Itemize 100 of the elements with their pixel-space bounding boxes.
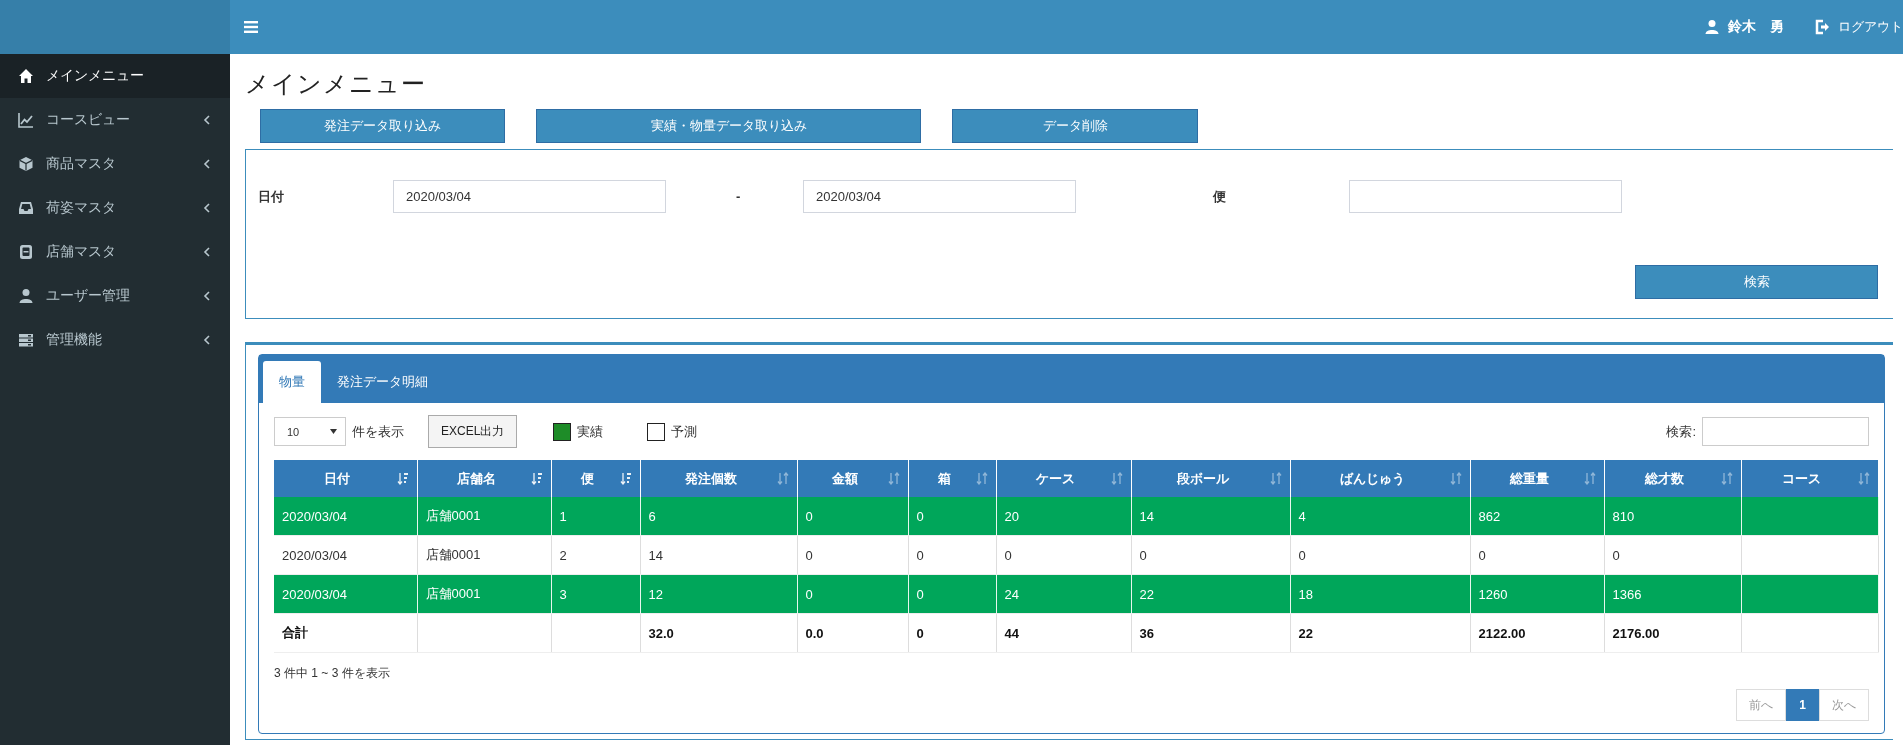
table-cell: 36 — [1131, 613, 1290, 653]
column-header[interactable]: 日付 — [274, 460, 417, 497]
table-search-field[interactable] — [1702, 417, 1869, 446]
pagination-button[interactable]: 1 — [1786, 689, 1819, 721]
table-cell: 2176.00 — [1604, 613, 1741, 653]
sidebar-item[interactable]: コースビュー — [0, 98, 230, 142]
inbox-icon — [18, 200, 34, 216]
legend-label: 予測 — [671, 422, 698, 441]
table-cell: 810 — [1604, 497, 1741, 536]
table-cell: 0 — [797, 497, 908, 536]
table-cell: 14 — [1131, 497, 1290, 536]
table-cell: 2020/03/04 — [274, 574, 417, 614]
table-cell: 0 — [1290, 535, 1470, 575]
user-icon — [18, 288, 34, 304]
table-cell: 862 — [1470, 497, 1604, 536]
table-info: 3 件中 1 ~ 3 件を表示 — [274, 665, 391, 682]
chevron-left-icon — [203, 159, 210, 169]
table-cell: 18 — [1290, 574, 1470, 614]
table-cell: 6 — [640, 497, 797, 536]
search-button[interactable]: 検索 — [1635, 265, 1878, 299]
table-cell: 2020/03/04 — [274, 497, 417, 536]
sidebar-item[interactable]: メインメニュー — [0, 54, 230, 98]
logout-link[interactable]: ログアウト — [1838, 18, 1903, 36]
sidebar-item[interactable]: 商品マスタ — [0, 142, 230, 186]
column-header[interactable]: 店舗名 — [417, 460, 551, 497]
table-cell: 4 — [1290, 497, 1470, 536]
table-cell: 1260 — [1470, 574, 1604, 614]
table-cell: 0 — [1470, 535, 1604, 575]
tab[interactable]: 発注データ明細 — [321, 361, 444, 403]
chevron-left-icon — [203, 335, 210, 345]
table-cell: 0 — [996, 535, 1131, 575]
chevron-left-icon — [203, 291, 210, 301]
chevron-left-icon — [203, 203, 210, 213]
table-cell: 0 — [1604, 535, 1741, 575]
table-cell: 2 — [551, 535, 640, 575]
column-header[interactable]: 総才数 — [1604, 460, 1741, 497]
home-icon — [18, 68, 34, 84]
legend-label: 実績 — [577, 422, 604, 441]
column-header[interactable]: ばんじゅう — [1290, 460, 1470, 497]
table-cell: 0 — [908, 574, 996, 614]
store-icon — [18, 244, 34, 260]
table-cell: 22 — [1131, 574, 1290, 614]
action-button[interactable]: 実績・物量データ取り込み — [536, 109, 921, 143]
table-cell: 2020/03/04 — [274, 535, 417, 575]
column-header[interactable]: 便 — [551, 460, 640, 497]
menu-icon[interactable] — [244, 21, 258, 33]
chevron-left-icon — [203, 247, 210, 257]
table-cell: 店舗0001 — [417, 574, 551, 614]
sidebar-item[interactable]: 荷姿マスタ — [0, 186, 230, 230]
caret-icon — [330, 429, 337, 434]
page-length-label: 件を表示 — [352, 422, 404, 441]
action-button[interactable]: 発注データ取り込み — [260, 109, 505, 143]
column-header[interactable]: 総重量 — [1470, 460, 1604, 497]
page-length-select[interactable]: 10 — [274, 417, 346, 446]
table-cell: 20 — [996, 497, 1131, 536]
table-cell: 32.0 — [640, 613, 797, 653]
excel-export-button[interactable]: EXCEL出力 — [428, 415, 518, 448]
table-cell: 3 — [551, 574, 640, 614]
column-header[interactable]: ケース — [996, 460, 1131, 497]
table-cell: 44 — [996, 613, 1131, 653]
server-icon — [18, 332, 34, 348]
action-button[interactable]: データ削除 — [952, 109, 1198, 143]
table-cell: 12 — [640, 574, 797, 614]
range-separator: - — [736, 189, 742, 204]
table-cell: 0 — [1131, 535, 1290, 575]
date-from-field[interactable]: 2020/03/04 — [393, 180, 666, 213]
table-cell: 0 — [797, 535, 908, 575]
table-cell: 合計 — [274, 613, 417, 653]
date-label: 日付 — [258, 187, 285, 206]
sidebar-item[interactable]: 店舗マスタ — [0, 230, 230, 274]
cube-icon — [18, 156, 34, 172]
column-header[interactable]: 段ボール — [1131, 460, 1290, 497]
table-cell: 店舗0001 — [417, 535, 551, 575]
chart-icon — [18, 112, 34, 128]
table-cell: 0 — [908, 535, 996, 575]
table-cell: 0 — [908, 497, 996, 536]
table-cell: 1366 — [1604, 574, 1741, 614]
column-header[interactable]: 発注個数 — [640, 460, 797, 497]
column-header[interactable]: 金額 — [797, 460, 908, 497]
column-header[interactable]: 箱 — [908, 460, 996, 497]
table-cell: 0 — [797, 574, 908, 614]
user-icon — [1704, 19, 1720, 35]
table-cell: 0 — [908, 613, 996, 653]
table-cell: 2122.00 — [1470, 613, 1604, 653]
logout-icon — [1814, 19, 1830, 35]
sidebar-item[interactable]: 管理機能 — [0, 318, 230, 362]
table-cell: 22 — [1290, 613, 1470, 653]
table-cell: 0.0 — [797, 613, 908, 653]
date-to-field[interactable]: 2020/03/04 — [803, 180, 1076, 213]
table-cell: 14 — [640, 535, 797, 575]
sidebar-item[interactable]: ユーザー管理 — [0, 274, 230, 318]
chevron-left-icon — [203, 115, 210, 125]
tab[interactable]: 物量 — [263, 361, 321, 403]
table-cell: 店舗0001 — [417, 497, 551, 536]
column-header[interactable]: コース — [1741, 460, 1878, 497]
search-label: 検索: — [1666, 422, 1696, 441]
user-name[interactable]: 鈴木 勇 — [1728, 18, 1784, 36]
table-cell: 24 — [996, 574, 1131, 614]
page-title: メインメニュー — [245, 69, 427, 99]
trip-field[interactable] — [1349, 180, 1622, 213]
